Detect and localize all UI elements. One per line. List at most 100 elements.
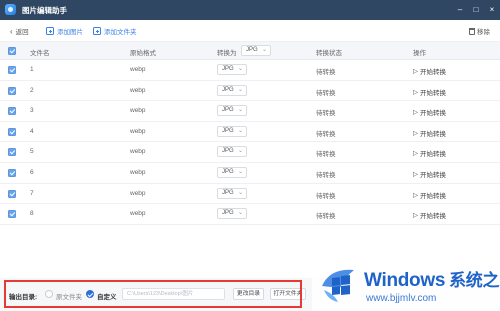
start-convert-label: 开始转换	[420, 130, 446, 138]
maximize-icon[interactable]: □	[470, 3, 482, 16]
table-row[interactable]: 6 webp JPG ⌄ 待转换 ▷ 开始转换	[0, 163, 500, 184]
table-row[interactable]: 5 webp JPG ⌄ 待转换 ▷ 开始转换	[0, 142, 500, 163]
start-convert-label: 开始转换	[420, 151, 446, 159]
row-filename: 5	[30, 148, 34, 156]
row-format-value: JPG	[222, 189, 234, 196]
table-row[interactable]: 3 webp JPG ⌄ 待转换 ▷ 开始转换	[0, 101, 500, 122]
play-icon: ▷	[413, 212, 418, 220]
window-title: 图片编辑助手	[22, 6, 67, 15]
watermark-brand: Windows系统之家	[364, 266, 500, 292]
row-format-value: JPG	[222, 210, 234, 217]
chevron-down-icon: ⌄	[237, 168, 243, 175]
row-original-format: webp	[130, 66, 146, 73]
trash-icon	[469, 27, 475, 35]
row-checkbox[interactable]	[8, 86, 16, 95]
minimize-icon[interactable]: –	[454, 3, 466, 16]
row-checkbox[interactable]	[8, 189, 16, 198]
add-image-icon	[46, 27, 54, 35]
row-format-value: JPG	[222, 107, 234, 114]
delete-button[interactable]: 移除	[469, 26, 490, 36]
title-bar: 图片编辑助手 – □ ×	[0, 0, 500, 20]
start-convert-button[interactable]: ▷ 开始转换	[413, 128, 446, 138]
row-original-format: webp	[130, 210, 146, 218]
table-body: 1 webp JPG ⌄ 待转换 ▷ 开始转换 2 webp JPG ⌄ 待转换 ▷ 开始转换 3 webp J…	[0, 60, 500, 225]
start-convert-label: 开始转换	[420, 171, 446, 179]
start-convert-label: 开始转换	[420, 213, 446, 221]
watermark-brand-cn: 系统之家	[449, 271, 500, 290]
row-original-format: webp	[130, 168, 146, 176]
row-original-format: webp	[130, 127, 146, 135]
row-checkbox[interactable]	[8, 148, 16, 157]
close-icon[interactable]: ×	[486, 3, 498, 16]
row-status: 待转换	[316, 213, 336, 221]
row-checkbox[interactable]	[8, 127, 16, 136]
add-folder-button[interactable]: 添加文件夹	[93, 26, 137, 36]
row-original-format: webp	[130, 86, 146, 94]
row-checkbox[interactable]	[8, 107, 16, 116]
start-convert-button[interactable]: ▷ 开始转换	[413, 210, 446, 220]
row-filename: 2	[30, 86, 34, 94]
header-original-format: 原始格式	[130, 50, 156, 57]
back-button[interactable]: ‹ 返回	[10, 26, 29, 37]
back-label: 返回	[15, 29, 29, 36]
table-row[interactable]: 8 webp JPG ⌄ 待转换 ▷ 开始转换	[0, 204, 500, 225]
chevron-down-icon: ⌄	[237, 66, 243, 72]
start-convert-button[interactable]: ▷ 开始转换	[413, 190, 446, 200]
start-convert-button[interactable]: ▷ 开始转换	[413, 66, 446, 76]
row-status: 待转换	[316, 192, 336, 200]
row-format-select[interactable]: JPG ⌄	[217, 146, 247, 158]
chevron-down-icon: ⌄	[261, 47, 267, 53]
play-icon: ▷	[413, 88, 418, 96]
convert-all-select[interactable]: JPG ⌄	[241, 45, 271, 56]
table-row[interactable]: 4 webp JPG ⌄ 待转换 ▷ 开始转换	[0, 122, 500, 143]
row-format-select[interactable]: JPG ⌄	[217, 105, 247, 117]
row-format-select[interactable]: JPG ⌄	[217, 84, 247, 96]
play-icon: ▷	[413, 68, 418, 75]
table-row[interactable]: 7 webp JPG ⌄ 待转换 ▷ 开始转换	[0, 184, 500, 205]
add-image-label: 添加图片	[57, 29, 83, 36]
row-checkbox[interactable]	[8, 66, 16, 74]
start-convert-button[interactable]: ▷ 开始转换	[413, 169, 446, 179]
row-format-select[interactable]: JPG ⌄	[217, 187, 247, 199]
row-format-value: JPG	[222, 86, 234, 93]
start-convert-label: 开始转换	[420, 192, 446, 200]
row-status: 待转换	[316, 130, 336, 138]
add-folder-label: 添加文件夹	[104, 29, 137, 36]
play-icon: ▷	[413, 150, 418, 158]
start-convert-button[interactable]: ▷ 开始转换	[413, 107, 446, 117]
row-checkbox[interactable]	[8, 210, 16, 219]
watermark-url: www.bjjmlv.com	[366, 293, 437, 304]
row-filename: 4	[30, 127, 34, 135]
row-format-value: JPG	[222, 148, 234, 155]
header-action: 操作	[413, 50, 426, 57]
select-all-checkbox[interactable]	[8, 47, 16, 55]
delete-label: 移除	[477, 29, 490, 36]
row-filename: 7	[30, 189, 34, 197]
row-format-select[interactable]: JPG ⌄	[217, 125, 247, 137]
chevron-down-icon: ⌄	[237, 107, 243, 114]
start-convert-button[interactable]: ▷ 开始转换	[413, 148, 446, 158]
play-icon: ▷	[413, 109, 418, 117]
row-checkbox[interactable]	[8, 168, 16, 177]
row-format-value: JPG	[222, 66, 234, 72]
app-logo-icon	[5, 4, 16, 15]
row-format-select[interactable]: JPG ⌄	[217, 208, 247, 220]
table-row[interactable]: 2 webp JPG ⌄ 待转换 ▷ 开始转换	[0, 81, 500, 102]
table-row[interactable]: 1 webp JPG ⌄ 待转换 ▷ 开始转换	[0, 60, 500, 81]
chevron-down-icon: ⌄	[237, 148, 243, 155]
start-convert-button[interactable]: ▷ 开始转换	[413, 87, 446, 97]
chevron-down-icon: ⌄	[237, 127, 243, 134]
windows-logo-icon	[322, 269, 354, 302]
play-icon: ▷	[413, 129, 418, 137]
row-filename: 3	[30, 107, 34, 115]
row-format-value: JPG	[222, 127, 234, 134]
add-image-button[interactable]: 添加图片	[46, 26, 83, 36]
convert-all-value: JPG	[246, 47, 258, 53]
row-format-select[interactable]: JPG ⌄	[217, 166, 247, 178]
row-status: 待转换	[316, 89, 336, 97]
row-format-select[interactable]: JPG ⌄	[217, 64, 247, 75]
row-status: 待转换	[316, 69, 336, 76]
start-convert-label: 开始转换	[420, 69, 446, 76]
start-convert-label: 开始转换	[420, 110, 446, 118]
row-status: 待转换	[316, 171, 336, 179]
